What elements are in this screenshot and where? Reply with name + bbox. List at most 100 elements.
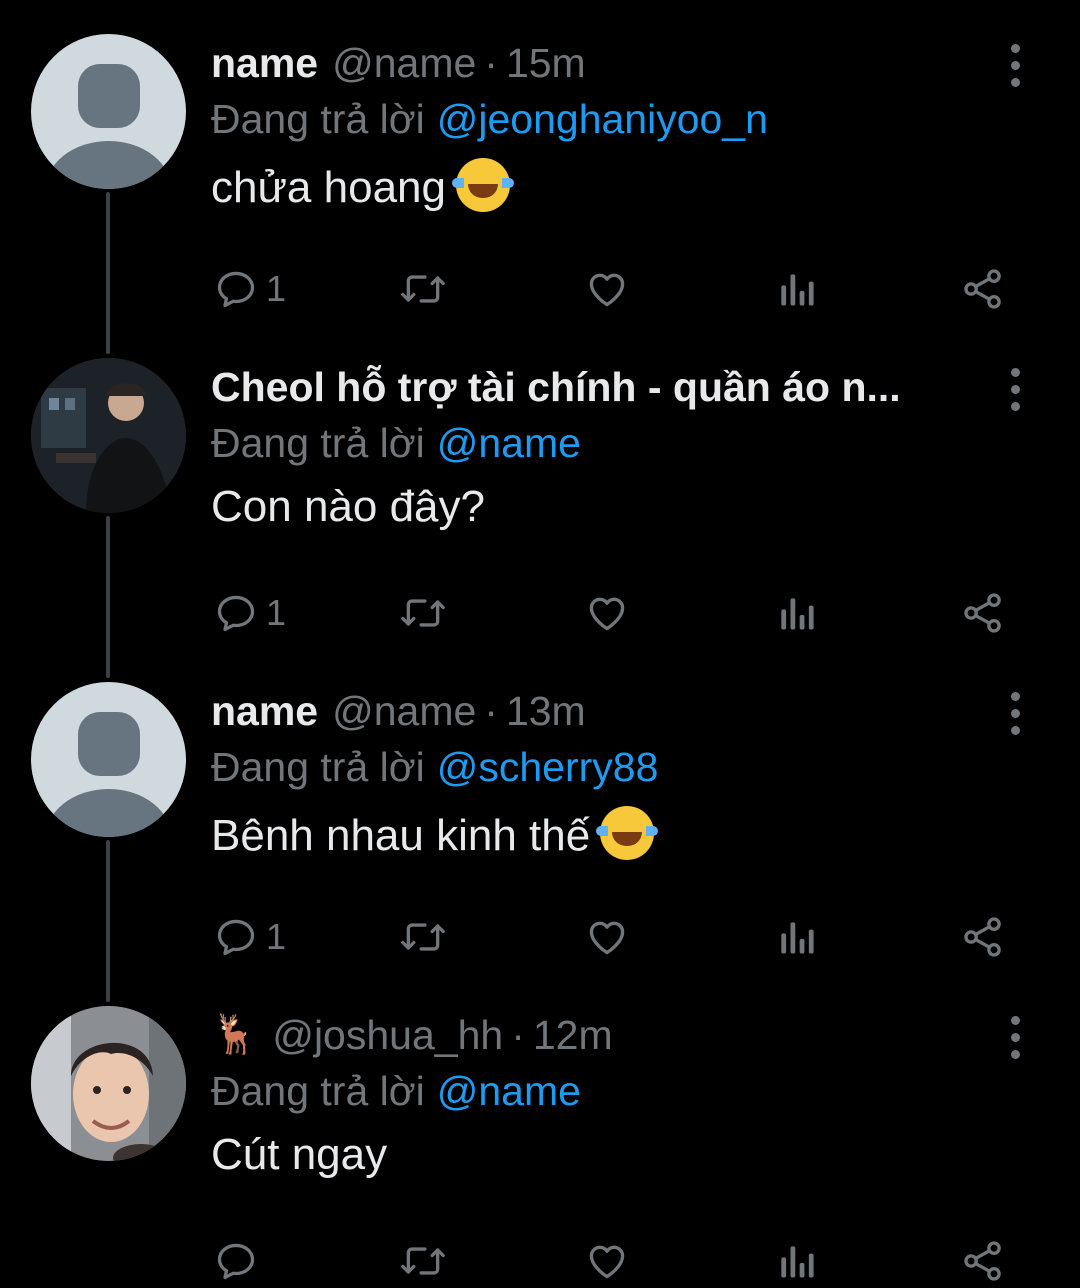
retweet-button[interactable] [398, 910, 448, 964]
share-icon [964, 917, 1001, 957]
reply-button[interactable]: 1 [214, 586, 286, 640]
retweet-button[interactable] [398, 262, 448, 316]
deer-emoji-display-name[interactable]: 🦌 [211, 1013, 258, 1057]
mention-link[interactable]: @scherry88 [437, 744, 659, 790]
reply-count: 1 [266, 592, 287, 633]
analytics-button[interactable] [776, 262, 816, 316]
tweet-text: Cút ngay [211, 1130, 387, 1180]
default-avatar-head [78, 64, 140, 128]
separator-dot: · [511, 1011, 525, 1058]
like-button[interactable] [584, 262, 630, 316]
reply-icon [217, 271, 255, 308]
handle[interactable]: @name [332, 40, 476, 87]
more-options-icon[interactable] [1005, 686, 1027, 742]
mention-link[interactable]: @name [437, 420, 581, 466]
reply-icon [217, 595, 255, 632]
tweet-text: Bênh nhau kinh thế [211, 806, 659, 861]
timestamp[interactable]: 15m [506, 40, 586, 87]
display-name[interactable]: Cheol hỗ trợ tài chính - quần áo n... [211, 364, 901, 411]
more-options-icon[interactable] [1005, 1010, 1027, 1066]
reply-button[interactable] [214, 1234, 266, 1288]
share-button[interactable] [960, 910, 1006, 964]
tweet[interactable]: name @name · 15m Đang trả lời @jeonghaniy… [0, 32, 1080, 332]
separator-dot: · [484, 687, 498, 734]
display-name[interactable]: name [211, 40, 318, 87]
mention-link[interactable]: @jeonghaniyoo_n [437, 96, 768, 142]
share-button[interactable] [960, 1234, 1006, 1288]
retweet-icon [401, 599, 445, 627]
tears-of-joy-emoji [596, 806, 659, 860]
analytics-icon [781, 274, 814, 306]
retweet-icon [401, 923, 445, 951]
profile-photo [31, 1006, 186, 1161]
timestamp[interactable]: 12m [533, 1012, 613, 1059]
reply-button[interactable]: 1 [214, 262, 286, 316]
tweet-actions [0, 1234, 1080, 1288]
avatar[interactable] [31, 34, 186, 189]
replying-to-label: Đang trả lời [211, 1068, 425, 1114]
tweet[interactable]: name @name · 13m Đang trả lời @scherry88 … [0, 680, 1080, 980]
tweet-header: Cheol hỗ trợ tài chính - quần áo n... [211, 356, 901, 418]
share-icon [964, 269, 1001, 309]
analytics-icon [781, 922, 814, 954]
tweet-text: chửa hoang [211, 158, 514, 213]
more-options-icon[interactable] [1005, 362, 1027, 418]
profile-photo [31, 358, 186, 513]
reply-icon [217, 919, 255, 956]
retweet-button[interactable] [398, 1234, 448, 1288]
reply-count: 1 [266, 268, 287, 309]
tears-of-joy-emoji [451, 158, 514, 212]
replying-to-label: Đang trả lời [211, 744, 425, 790]
separator-dot: · [484, 39, 498, 86]
avatar[interactable] [31, 1006, 186, 1161]
tweet-header: name @name · 13m [211, 680, 586, 742]
mention-link[interactable]: @name [437, 1068, 581, 1114]
analytics-icon [781, 1246, 814, 1278]
share-button[interactable] [960, 262, 1006, 316]
tweet-text-content: Cút ngay [211, 1130, 388, 1179]
retweet-icon [401, 1247, 445, 1275]
analytics-icon [781, 598, 814, 630]
more-options-icon[interactable] [1005, 38, 1027, 94]
timestamp[interactable]: 13m [506, 688, 586, 735]
reply-icon [217, 1243, 255, 1280]
reply-count: 1 [266, 916, 287, 957]
default-avatar-body [45, 141, 172, 189]
replying-to: Đang trả lời @jeonghaniyoo_n [211, 96, 768, 143]
retweet-button[interactable] [398, 586, 448, 640]
replying-to: Đang trả lời @scherry88 [211, 744, 658, 791]
tweet[interactable]: Cheol hỗ trợ tài chính - quần áo n... Đa… [0, 356, 1080, 656]
like-button[interactable] [584, 1234, 630, 1288]
retweet-icon [401, 275, 445, 303]
tweet-text-content: chửa hoang [211, 163, 446, 212]
tweet-actions: 1 [0, 586, 1080, 640]
avatar[interactable] [31, 358, 186, 513]
reply-button[interactable]: 1 [214, 910, 286, 964]
avatar[interactable] [31, 682, 186, 837]
analytics-button[interactable] [776, 586, 816, 640]
share-button[interactable] [960, 586, 1006, 640]
handle[interactable]: @joshua_hh [272, 1012, 503, 1059]
handle[interactable]: @name [332, 688, 476, 735]
tweet-actions: 1 [0, 910, 1080, 964]
default-avatar-body [45, 789, 172, 837]
like-icon [589, 921, 625, 955]
analytics-button[interactable] [776, 910, 816, 964]
like-button[interactable] [584, 586, 630, 640]
replying-to: Đang trả lời @name [211, 420, 581, 467]
tweet-header: name @name · 15m [211, 32, 586, 94]
like-icon [589, 597, 625, 631]
replying-to-label: Đang trả lời [211, 420, 425, 466]
share-icon [964, 593, 1001, 633]
replying-to: Đang trả lời @name [211, 1068, 581, 1115]
like-icon [589, 1245, 625, 1279]
display-name[interactable]: name [211, 688, 318, 735]
tweet-text-content: Con nào đây? [211, 482, 485, 531]
tweet[interactable]: 🦌 @joshua_hh · 12m Đang trả lời @name Cút… [0, 1004, 1080, 1288]
replying-to-label: Đang trả lời [211, 96, 425, 142]
default-avatar-head [78, 712, 140, 776]
tweet-actions: 1 [0, 262, 1080, 316]
analytics-button[interactable] [776, 1234, 816, 1288]
like-button[interactable] [584, 910, 630, 964]
tweet-header: 🦌 @joshua_hh · 12m [211, 1004, 613, 1066]
